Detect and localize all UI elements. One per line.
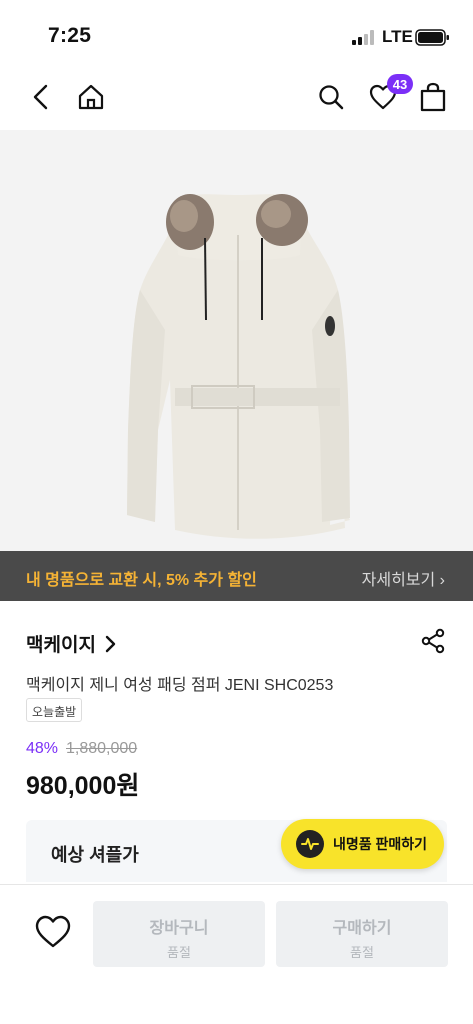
brand-link[interactable]: 맥케이지: [26, 630, 116, 657]
discount-rate: 48%: [26, 740, 59, 757]
wishlist-count-badge: 43: [387, 74, 413, 94]
search-button[interactable]: [314, 80, 348, 114]
product-name: 맥케이지 제니 여성 패딩 점퍼 JENI SHC0253: [26, 677, 334, 694]
original-price: 1,880,000: [66, 740, 138, 757]
home-button[interactable]: [74, 80, 108, 114]
pulse-icon: [296, 830, 324, 858]
buy-now-button[interactable]: 구매하기 품절: [276, 901, 448, 967]
sell-button-label: 내명품 판매하기: [333, 836, 428, 852]
signal-icon: [352, 30, 374, 45]
chevron-left-icon: [33, 84, 48, 110]
cart-button[interactable]: [416, 80, 450, 114]
cart-button-label: 장바구니: [149, 920, 209, 937]
cart-button-status: 품절: [167, 945, 191, 960]
sale-price: 980,000원: [26, 772, 140, 800]
add-to-cart-button[interactable]: 장바구니 품절: [93, 901, 265, 967]
heart-icon[interactable]: [34, 913, 72, 951]
bottom-action-bar: 장바구니 품절 구매하기 품절: [0, 884, 473, 1024]
home-icon: [78, 84, 104, 110]
network-label: LTE: [382, 27, 413, 46]
share-icon[interactable]: [420, 628, 446, 654]
promo-banner[interactable]: 내 명품으로 교환 시, 5% 추가 할인 자세히보기 ›: [0, 551, 473, 601]
buy-button-status: 품절: [350, 945, 374, 960]
product-image[interactable]: [0, 130, 473, 551]
product-photo: [127, 194, 350, 539]
chevron-right-icon: [105, 635, 116, 652]
search-icon: [319, 85, 344, 110]
status-bar: 7:25 LTE: [0, 0, 473, 62]
estimated-price-label: 예상 셔플가: [51, 845, 139, 865]
brand-name: 맥케이지: [26, 635, 96, 656]
shopping-bag-icon: [420, 82, 446, 112]
status-time: 7:25: [48, 24, 92, 47]
promo-text: 내 명품으로 교환 시, 5% 추가 할인: [26, 572, 257, 589]
promo-more-link[interactable]: 자세히보기 ›: [362, 566, 445, 590]
back-button[interactable]: [24, 80, 58, 114]
shipping-tag: 오늘출발: [26, 698, 83, 722]
sell-my-item-button[interactable]: 내명품 판매하기: [281, 819, 444, 869]
buy-button-label: 구매하기: [332, 920, 392, 937]
battery-icon: [415, 29, 449, 46]
